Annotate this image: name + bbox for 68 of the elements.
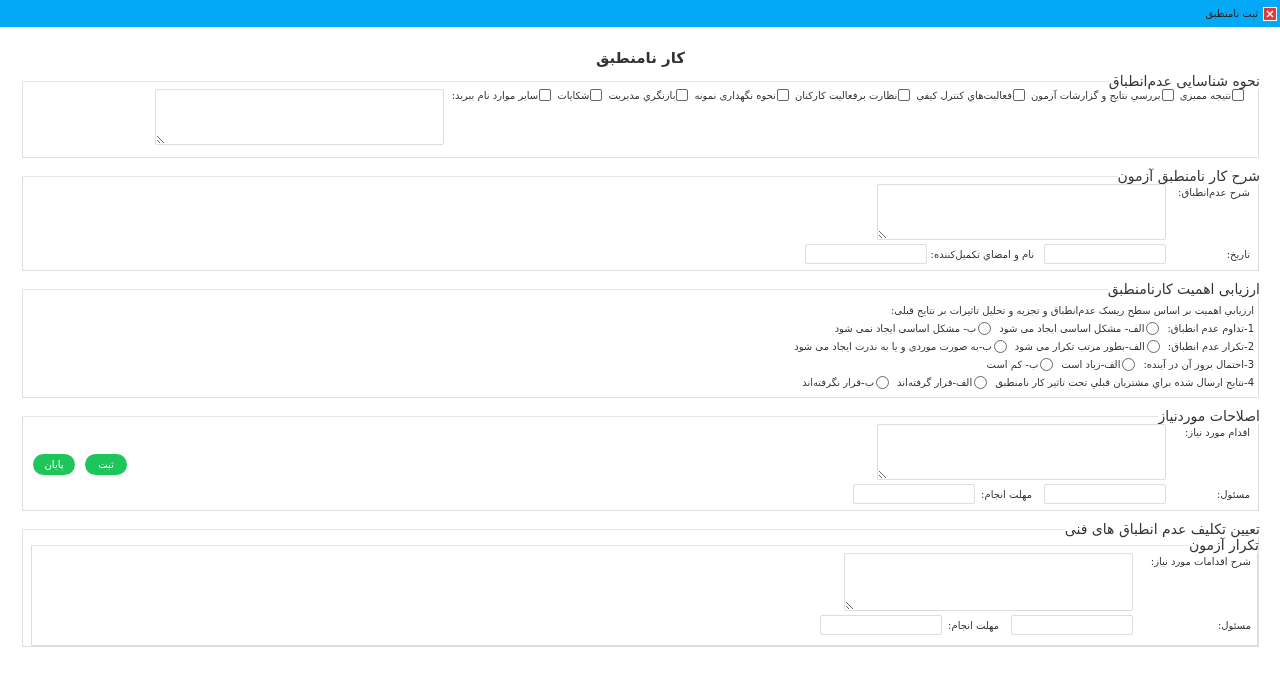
question-label: 1-تداوم عدم انطباق: bbox=[1167, 322, 1254, 334]
close-button[interactable] bbox=[1263, 6, 1277, 21]
section-title: ارزیابی اهمیت کارنامنطبق bbox=[1107, 281, 1260, 297]
radio-label: الف- مشکل اساسی ایجاد می شود bbox=[999, 322, 1145, 334]
form-heading: کار نامنطبق bbox=[594, 49, 687, 67]
responsible-field[interactable] bbox=[1044, 484, 1166, 504]
field-label: تاریخ: bbox=[1225, 248, 1250, 260]
section-title: تعیین تکلیف عدم انطباق های فنی bbox=[1064, 521, 1260, 537]
radio-button[interactable] bbox=[993, 339, 1007, 353]
radio-label: الف-زیاد است bbox=[1061, 358, 1121, 370]
field-label: شرح عدم‌انطباق: bbox=[1177, 186, 1250, 198]
checkbox[interactable] bbox=[776, 89, 789, 101]
section-title: شرح کار نامنطبق آزمون bbox=[1117, 168, 1260, 184]
radio-button[interactable] bbox=[876, 375, 890, 389]
radio-label: ب-قرار نگرفته‌اند bbox=[802, 376, 875, 388]
checkbox-label: بازنگري مديريت bbox=[608, 89, 676, 101]
field-label: مهلت انجام: bbox=[948, 619, 999, 631]
checkbox[interactable] bbox=[539, 89, 552, 101]
checkbox[interactable] bbox=[676, 89, 689, 101]
checkbox-label: شکایات bbox=[557, 89, 590, 101]
actions-field[interactable] bbox=[844, 553, 1133, 611]
other-sources-field[interactable] bbox=[154, 89, 444, 145]
radio-button[interactable] bbox=[978, 321, 992, 335]
field-label: مهلت انجام: bbox=[981, 488, 1032, 500]
checkbox-label: نتیجه ممیزی bbox=[1179, 89, 1231, 101]
responsible-field[interactable] bbox=[1011, 615, 1133, 635]
radio-button[interactable] bbox=[1040, 357, 1054, 371]
section-title: نحوه شناسایی عدم‌انطباق bbox=[1108, 73, 1260, 89]
checkbox[interactable] bbox=[590, 89, 603, 101]
checkbox[interactable] bbox=[898, 89, 911, 101]
window-title: ثبت نامنطبق bbox=[1205, 8, 1258, 19]
checkbox[interactable] bbox=[1013, 89, 1025, 101]
action-field[interactable] bbox=[877, 424, 1166, 480]
field-label: شرح اقدامات مورد نیاز: bbox=[1149, 555, 1251, 567]
radio-label: ب- کم است bbox=[986, 358, 1039, 370]
checkbox-label: فعالیت‌هاي کنترل کيفي bbox=[916, 89, 1012, 101]
question-label: 3-احتمال بروز آن در آینده: bbox=[1143, 358, 1254, 370]
checkbox-label: نحوه نگهداری نمونه bbox=[694, 89, 776, 101]
subsection-title: تکرار آزمون bbox=[1188, 537, 1259, 553]
radio-button[interactable] bbox=[974, 375, 988, 389]
date-field[interactable] bbox=[1044, 244, 1166, 264]
intro-text: ارزیابي اهمیت بر اساس سطح ریسک عدم‌انطباق و تجزیه و تحلیل تاثیرات بر نتایج قبلی: bbox=[889, 304, 1255, 319]
field-label: نام و امضاي تکمیل‌کننده: bbox=[930, 248, 1034, 260]
radio-label: ب- مشکل اساسی ایجاد نمی شود bbox=[834, 322, 977, 334]
question-label: 2-تکرار عدم انطباق: bbox=[1167, 340, 1254, 352]
radio-label: ب-به صورت موردی و یا به ندرت ایجاد می شود bbox=[794, 340, 992, 352]
field-label: اقدام مورد نیاز: bbox=[1184, 426, 1250, 438]
field-label: مسئول: bbox=[1216, 619, 1251, 631]
signer-field[interactable] bbox=[804, 244, 927, 264]
action-button[interactable]: ثبت bbox=[85, 453, 127, 475]
deadline-field[interactable] bbox=[820, 615, 943, 635]
field-label: مسئول: bbox=[1215, 488, 1250, 500]
radio-label: الف-بطور مرتب تکرار می شود bbox=[1014, 340, 1145, 352]
section-title: اصلاحات موردنیاز bbox=[1158, 408, 1260, 424]
radio-label: الف-قرار گرفته‌اند bbox=[897, 376, 973, 388]
checkbox[interactable] bbox=[1232, 89, 1244, 101]
action-button[interactable]: پایان bbox=[33, 453, 75, 475]
checkbox-label: سایر موارد نام ببرید: bbox=[451, 89, 539, 101]
radio-button[interactable] bbox=[1146, 321, 1160, 335]
checkbox[interactable] bbox=[1161, 89, 1174, 101]
radio-button[interactable] bbox=[1146, 339, 1160, 353]
radio-button[interactable] bbox=[1122, 357, 1136, 371]
close-icon bbox=[1266, 9, 1274, 18]
checkbox-label: بررسي نتايج و گزارشات آزمون bbox=[1031, 89, 1161, 101]
question-label: 4-نتايج ارسال شده براي مشتريان قبلي تحت تاثير کار نامنطبق bbox=[995, 376, 1254, 388]
checkbox-label: نظارت برفعاليت کارکنان bbox=[794, 89, 898, 101]
deadline-field[interactable] bbox=[853, 484, 976, 504]
description-field[interactable] bbox=[877, 184, 1166, 240]
